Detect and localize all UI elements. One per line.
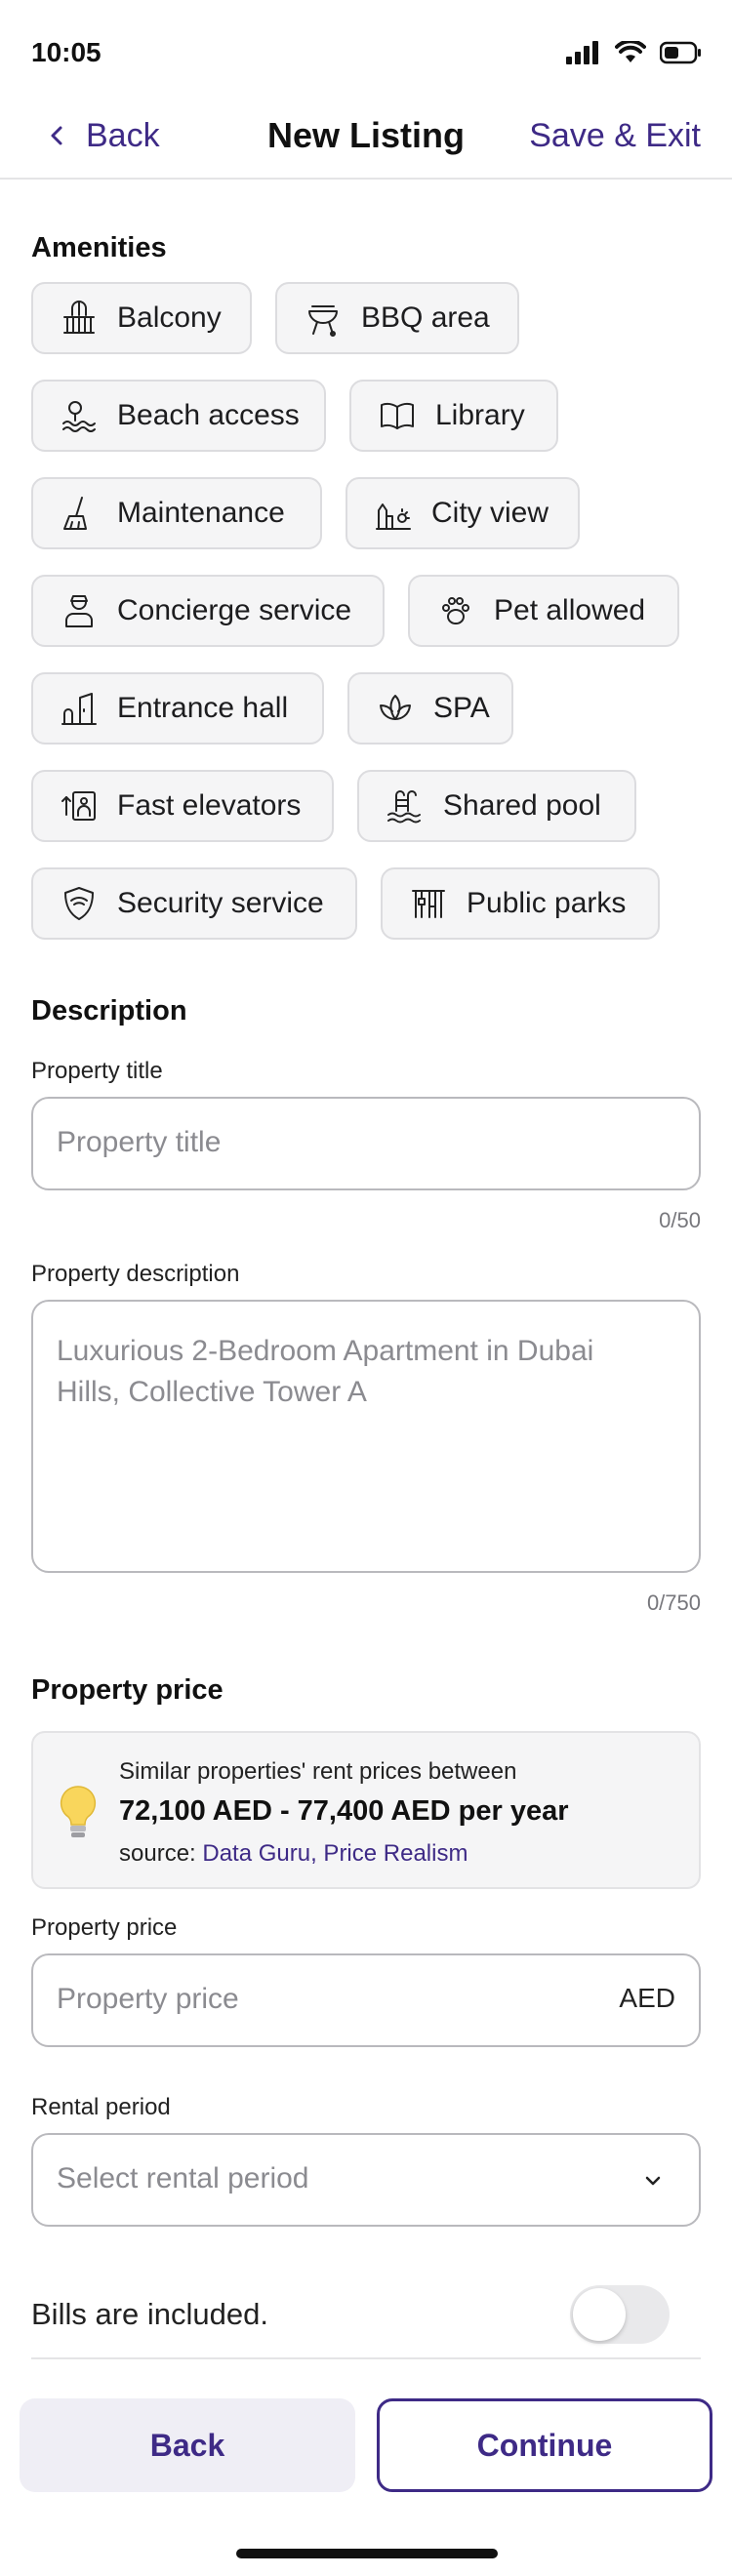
property-title-label: Property title: [31, 1058, 163, 1084]
bills-included-label: Bills are included.: [31, 2297, 268, 2331]
property-description-placeholder: Luxurious 2-Bedroom Apartment in Dubai H…: [57, 1335, 594, 1408]
toggle-knob: [573, 2288, 626, 2341]
property-title-counter: 0/50: [659, 1208, 701, 1232]
chip-security-service[interactable]: Security service: [31, 867, 357, 940]
price-hint-text: Similar properties' rent prices between: [119, 1758, 517, 1785]
property-description-textarea[interactable]: Luxurious 2-Bedroom Apartment in Dubai H…: [31, 1300, 701, 1573]
nav-header: New Listing Back Save & Exit: [0, 107, 732, 180]
chip-pet-allowed[interactable]: Pet allowed: [408, 575, 679, 647]
price-hint-source-prefix: source:: [119, 1840, 203, 1867]
bills-included-toggle[interactable]: [570, 2285, 670, 2344]
property-title-placeholder: Property title: [57, 1126, 222, 1158]
chip-bbq-area[interactable]: BBQ area: [275, 282, 519, 354]
property-description-counter: 0/750: [646, 1590, 701, 1615]
rental-period-label: Rental period: [31, 2094, 171, 2120]
chip-label: City view: [431, 497, 549, 529]
save-exit-button[interactable]: Save & Exit: [529, 107, 701, 164]
property-description-label: Property description: [31, 1261, 240, 1287]
chip-label: Entrance hall: [117, 692, 289, 724]
lotus-icon: [380, 695, 411, 720]
chevron-down-icon: [645, 2176, 661, 2186]
lightbulb-icon: [60, 1786, 97, 1837]
elevator-icon: [61, 791, 96, 821]
chip-beach-access[interactable]: Beach access: [31, 380, 326, 452]
amenities-title: Amenities: [31, 232, 167, 263]
currency-suffix: AED: [619, 1983, 675, 2013]
chip-public-parks[interactable]: Public parks: [381, 867, 660, 940]
price-hint-card: Similar properties' rent prices between …: [31, 1731, 701, 1889]
price-source-link[interactable]: Data Guru, Price Realism: [202, 1840, 468, 1867]
chip-balcony[interactable]: Balcony: [31, 282, 252, 354]
description-title: Description: [31, 995, 187, 1026]
chip-entrance-hall[interactable]: Entrance hall: [31, 672, 324, 745]
chip-label: Balcony: [117, 302, 222, 334]
chip-label: Library: [435, 399, 525, 431]
home-indicator: [236, 2549, 498, 2558]
chip-shared-pool[interactable]: Shared pool: [357, 770, 636, 842]
chip-label: Concierge service: [117, 594, 352, 626]
status-bar: 10:05: [0, 0, 732, 107]
beach-icon: [62, 401, 96, 432]
property-title-input[interactable]: Property title: [31, 1097, 701, 1190]
chip-label: Beach access: [117, 399, 300, 431]
city-sun-icon: [376, 503, 411, 530]
chip-fast-elevators[interactable]: Fast elevators: [31, 770, 334, 842]
pool-icon: [387, 790, 421, 824]
header-back-label: Back: [86, 116, 160, 154]
header-back-button[interactable]: Back: [47, 107, 160, 164]
signal-icon: [566, 41, 598, 64]
divider: [31, 2357, 701, 2359]
balcony-icon: [63, 301, 95, 334]
park-icon: [412, 890, 445, 918]
battery-icon: [660, 41, 701, 64]
paw-icon: [442, 597, 469, 624]
property-price-input[interactable]: Property price AED: [31, 1953, 701, 2047]
bbq-grill-icon: [308, 305, 338, 337]
entrance-icon: [61, 693, 97, 725]
chip-maintenance[interactable]: Maintenance: [31, 477, 322, 549]
chip-label: Maintenance: [117, 497, 285, 529]
continue-button[interactable]: Continue: [377, 2398, 712, 2492]
rental-period-select[interactable]: Select rental period: [31, 2133, 701, 2227]
chip-label: Public parks: [467, 887, 627, 919]
broom-icon: [63, 497, 87, 530]
shield-icon: [64, 887, 94, 920]
property-price-label: Property price: [31, 1914, 178, 1941]
status-time: 10:05: [31, 37, 102, 67]
price-hint-source: source: Data Guru, Price Realism: [119, 1840, 468, 1868]
concierge-icon: [65, 595, 93, 627]
status-icons: [566, 41, 703, 64]
chip-label: BBQ area: [361, 302, 490, 334]
wifi-icon: [615, 41, 646, 62]
price-hint-range: 72,100 AED - 77,400 AED per year: [119, 1795, 569, 1827]
chip-library[interactable]: Library: [349, 380, 558, 452]
rental-period-placeholder: Select rental period: [57, 2162, 309, 2194]
chip-label: Shared pool: [443, 789, 601, 822]
chip-city-view[interactable]: City view: [346, 477, 580, 549]
property-price-placeholder: Property price: [57, 1983, 239, 2015]
property-price-title: Property price: [31, 1674, 224, 1706]
back-button[interactable]: Back: [20, 2398, 355, 2492]
chip-spa[interactable]: SPA: [347, 672, 513, 745]
chip-label: Fast elevators: [117, 789, 302, 822]
chip-label: SPA: [433, 692, 490, 724]
chip-label: Pet allowed: [494, 594, 646, 626]
chevron-left-icon: [51, 126, 62, 145]
chip-concierge-service[interactable]: Concierge service: [31, 575, 385, 647]
chip-label: Security service: [117, 887, 324, 919]
book-icon: [381, 402, 414, 429]
